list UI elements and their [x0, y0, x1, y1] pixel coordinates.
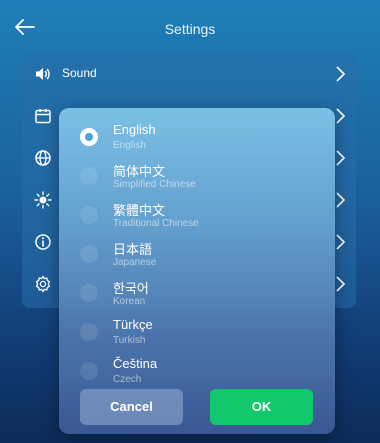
language-option-simplified-chinese[interactable]: 简体中文 Simplified Chinese	[59, 155, 335, 193]
header: Settings	[0, 0, 380, 52]
language-native-name: Türkçe	[113, 317, 153, 332]
language-english-name: Korean	[113, 296, 146, 307]
gear-icon	[35, 275, 51, 293]
chevron-right-icon	[336, 234, 346, 250]
language-english-name: Simplified Chinese	[113, 179, 196, 190]
chevron-right-icon	[336, 276, 346, 292]
language-option-japanese[interactable]: 日本語 Japanese	[59, 233, 335, 271]
language-dialog: English English 简体中文 Simplified Chinese …	[59, 108, 335, 434]
radio-unselected[interactable]	[80, 362, 98, 380]
language-english-name: Turkish	[113, 335, 146, 346]
radio-unselected[interactable]	[80, 167, 98, 185]
radio-selected[interactable]	[80, 128, 98, 146]
language-option-korean[interactable]: 한국어 Korean	[59, 272, 335, 310]
language-english-name: Traditional Chinese	[113, 218, 199, 229]
language-native-name: Čeština	[113, 356, 158, 371]
radio-unselected[interactable]	[80, 206, 98, 224]
ok-button[interactable]: OK	[210, 389, 313, 425]
calendar-icon	[35, 109, 51, 124]
language-native-name: 한국어	[113, 281, 149, 296]
chevron-right-icon	[336, 66, 346, 82]
language-native-name: 繁體中文	[113, 203, 166, 218]
speaker-icon	[36, 68, 50, 80]
radio-unselected[interactable]	[80, 245, 98, 263]
radio-unselected[interactable]	[80, 323, 98, 341]
language-option-turkish[interactable]: Türkçe Turkish	[59, 311, 335, 349]
language-native-name: 日本語	[113, 242, 153, 257]
chevron-right-icon	[336, 108, 346, 124]
settings-row-sound[interactable]: Sound	[22, 52, 356, 94]
language-option-english[interactable]: English English	[59, 116, 335, 154]
brightness-icon	[34, 191, 52, 209]
language-option-traditional-chinese[interactable]: 繁體中文 Traditional Chinese	[59, 194, 335, 232]
info-icon	[35, 234, 51, 250]
language-english-name: Czech	[113, 374, 142, 385]
settings-row-label: Sound	[62, 66, 97, 80]
chevron-right-icon	[336, 150, 346, 166]
language-native-name: 简体中文	[113, 164, 166, 179]
globe-icon	[35, 150, 51, 166]
radio-unselected[interactable]	[80, 284, 98, 302]
language-native-name: English	[113, 122, 156, 137]
chevron-right-icon	[336, 192, 346, 208]
page-title: Settings	[164, 21, 216, 37]
language-english-name: Japanese	[113, 257, 157, 268]
language-english-name: English	[113, 140, 146, 151]
cancel-button[interactable]: Cancel	[80, 389, 183, 425]
language-option-czech[interactable]: Čeština Czech	[59, 350, 335, 388]
